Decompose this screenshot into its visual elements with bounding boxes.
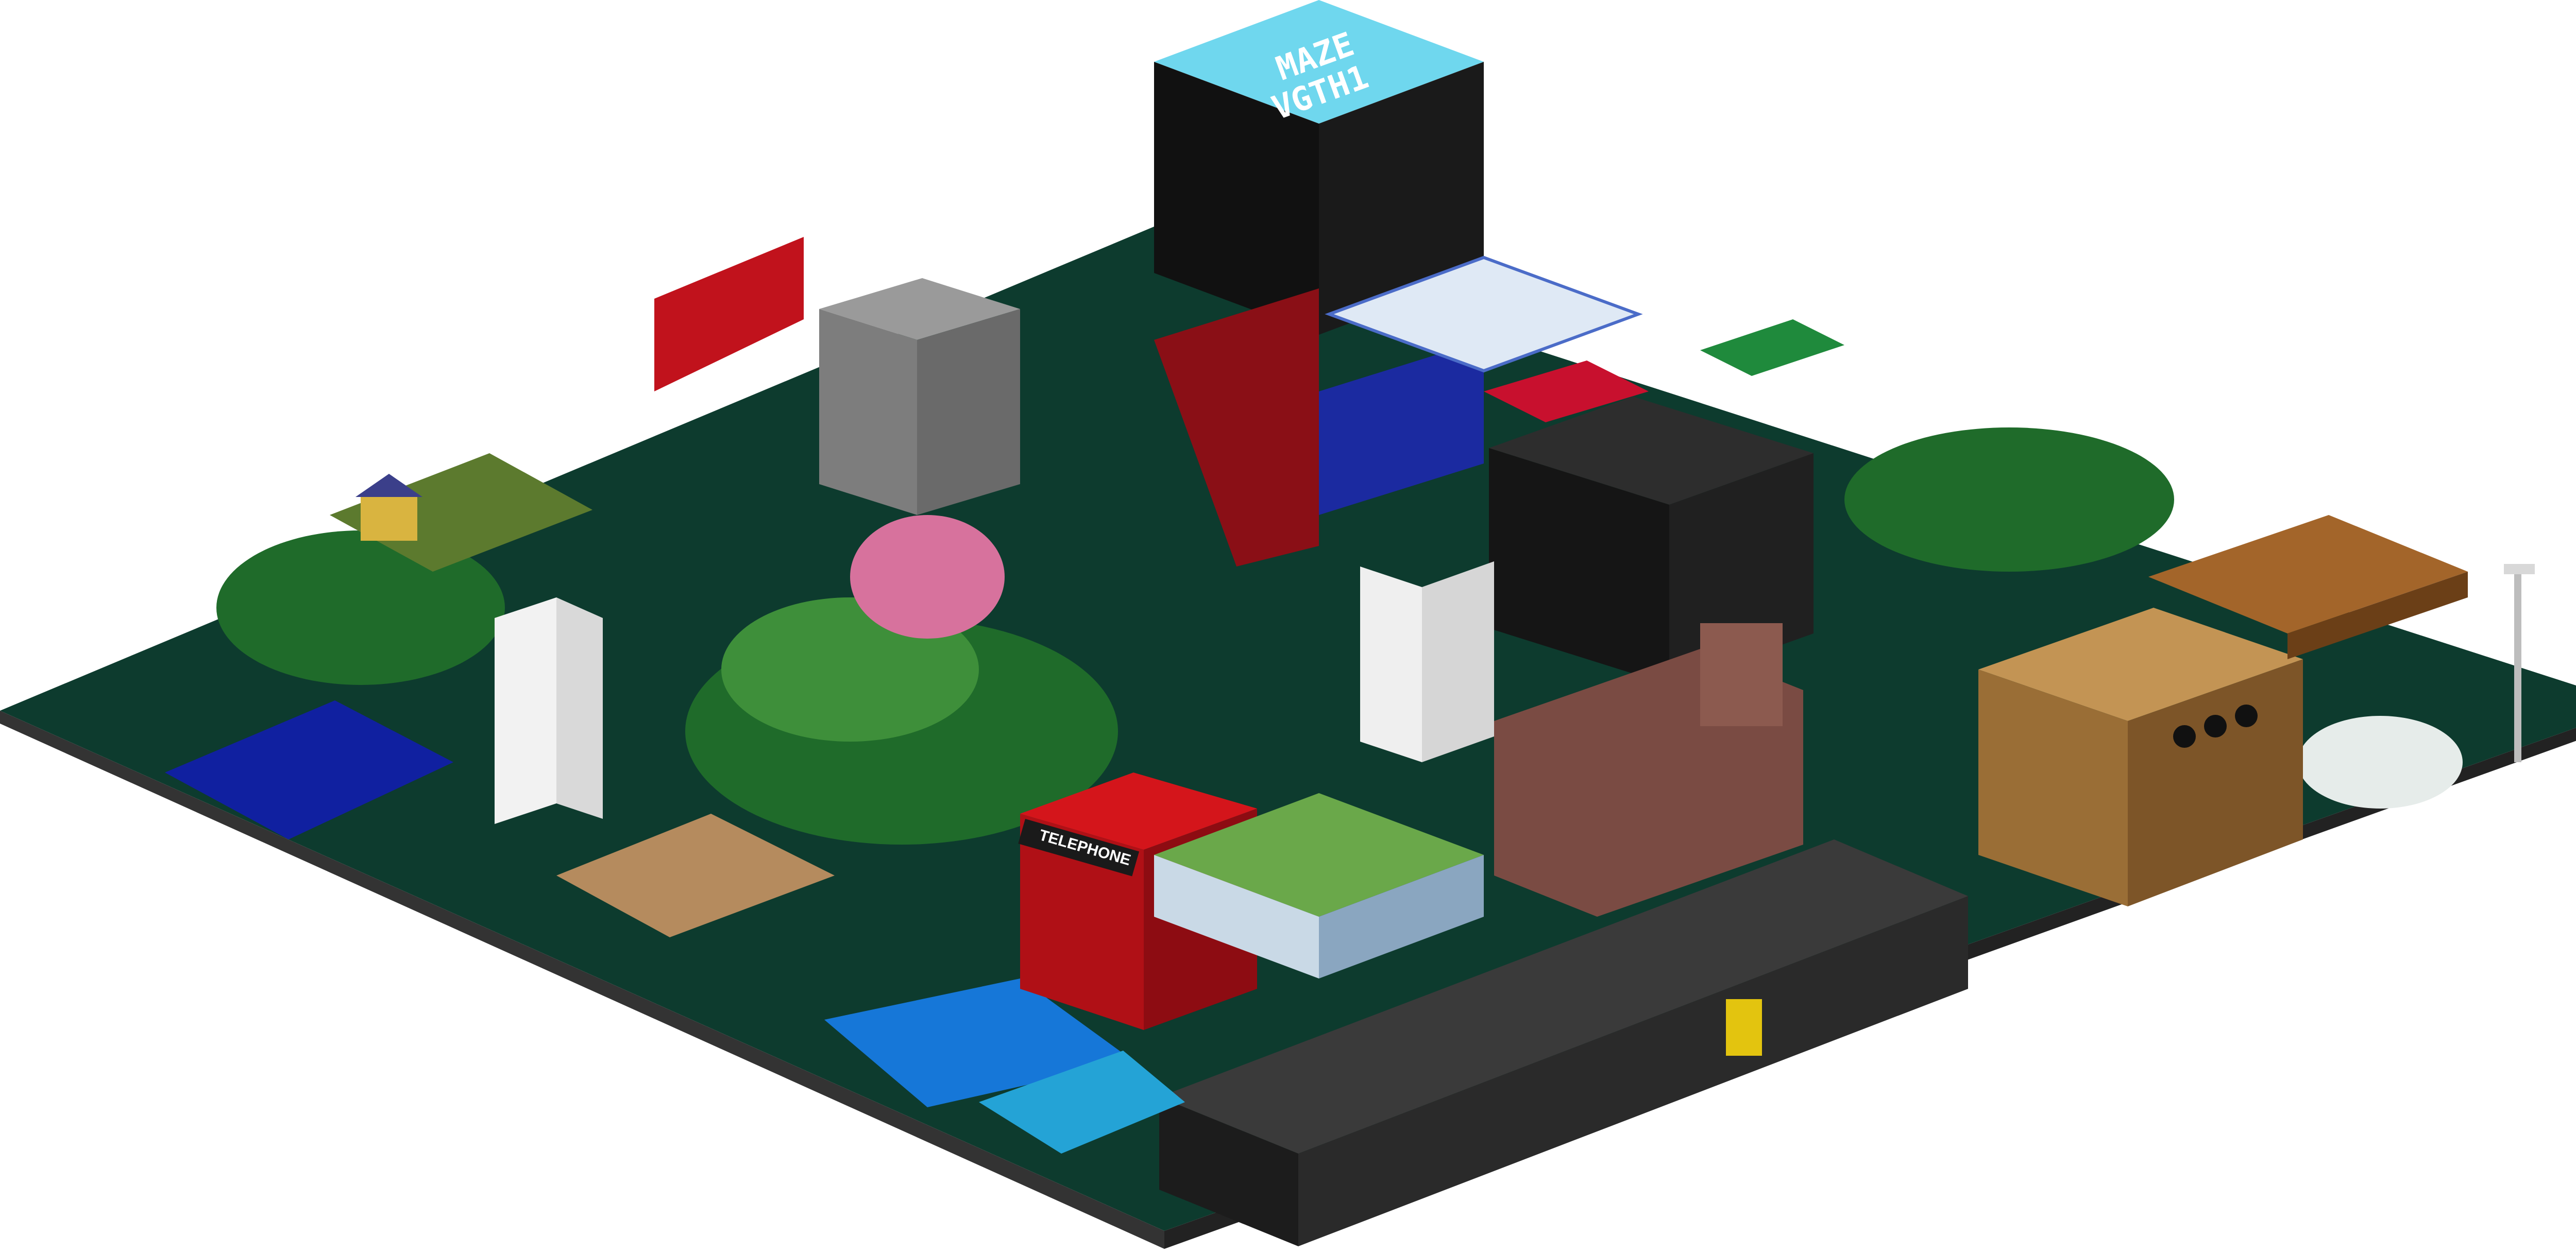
white-building-left (495, 597, 603, 824)
box-hole-2 (2204, 715, 2227, 737)
white-building-left-face (495, 597, 556, 824)
flag-green (1700, 319, 1844, 376)
white-building-right-face (556, 597, 603, 819)
voxel-city-diorama: MAZE VGTH1 TELEPHONE (0, 0, 2576, 1249)
box-hole-1 (2173, 725, 2196, 748)
white-tower-right (1422, 561, 1494, 762)
lamp-pole (2514, 572, 2521, 762)
white-tower (1360, 561, 1494, 762)
castle-tower (1700, 623, 1783, 726)
bunker-hazard-door (1726, 999, 1762, 1056)
cardboard-box (1978, 608, 2303, 906)
red-wall (654, 237, 804, 391)
box-hole-3 (2235, 705, 2258, 727)
forest-right (1844, 427, 2174, 572)
white-tower-left (1360, 567, 1422, 762)
apartment-right (917, 309, 1020, 515)
sakura-trees (850, 515, 1005, 639)
house (361, 494, 417, 541)
grey-apartment (819, 278, 1020, 515)
snow-trees (2298, 716, 2463, 809)
lamp-head (2504, 564, 2535, 574)
apartment-left (819, 309, 917, 515)
